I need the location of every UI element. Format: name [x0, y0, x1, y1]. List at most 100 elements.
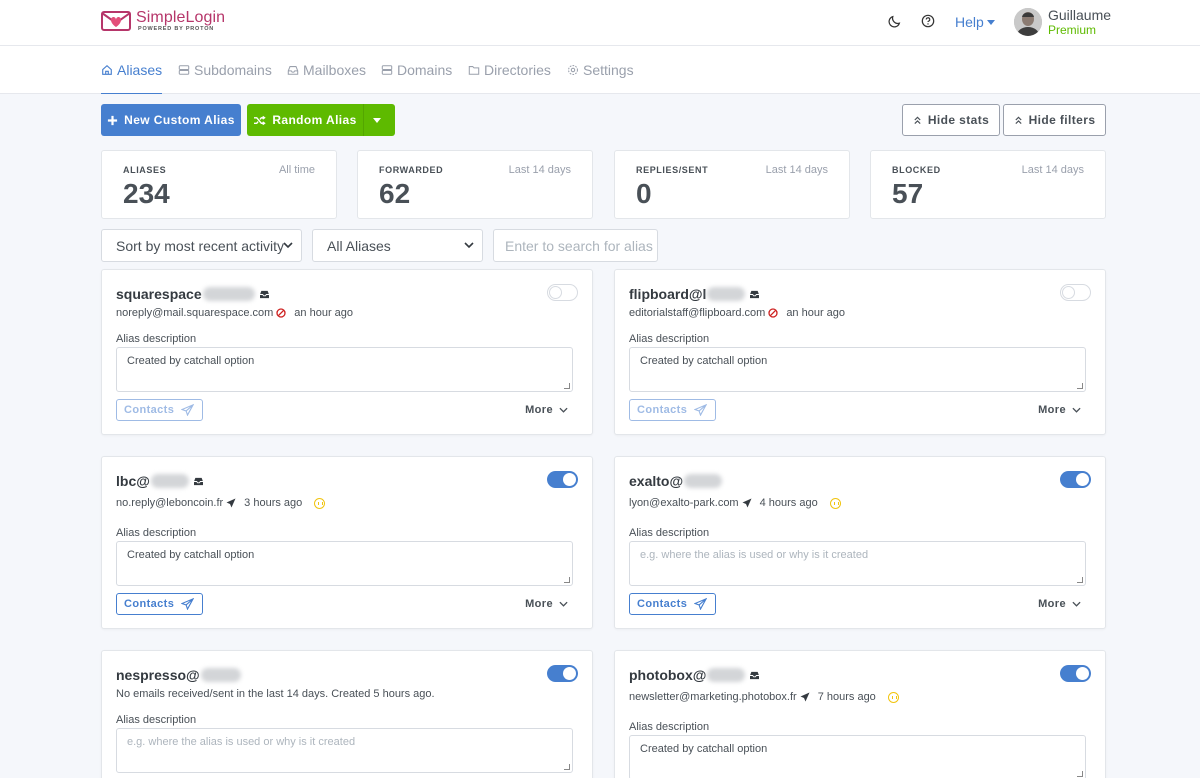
- pause-circle-icon: [829, 497, 841, 509]
- stat-label: ALIASES: [123, 165, 167, 175]
- hide-stats-label: Hide stats: [927, 113, 990, 127]
- alias-card: nespresso@ No emails received/sent in th…: [101, 650, 593, 778]
- user-name[interactable]: Guillaume: [1048, 7, 1111, 23]
- alias-email[interactable]: photobox@: [629, 667, 760, 683]
- alias-email[interactable]: nespresso@: [116, 667, 241, 683]
- contacts-button[interactable]: Contacts: [116, 399, 203, 421]
- sort-select[interactable]: Sort by most recent activity: [101, 229, 302, 262]
- more-dropdown[interactable]: More: [1038, 404, 1081, 416]
- caret-down-icon: [372, 117, 381, 123]
- redacted-domain: [707, 287, 746, 301]
- alias-email[interactable]: flipboard@l: [629, 286, 760, 302]
- contact-email: noreply@mail.squarespace.com: [116, 307, 274, 319]
- more-dropdown[interactable]: More: [1038, 598, 1081, 610]
- alias-description-placeholder: e.g. where the alias is used or why is i…: [127, 736, 356, 748]
- hide-filters-button[interactable]: Hide filters: [1003, 104, 1106, 136]
- alias-description-field[interactable]: Created by catchall option: [116, 541, 573, 586]
- user-plan-badge: Premium: [1048, 23, 1097, 37]
- stat-label: REPLIES/SENT: [636, 165, 709, 175]
- resize-handle-icon[interactable]: [564, 383, 570, 389]
- inbox-icon: [287, 66, 299, 75]
- home-icon: [102, 64, 112, 75]
- new-custom-alias-button[interactable]: New Custom Alias: [101, 104, 241, 136]
- pause-circle-icon: [887, 691, 899, 703]
- alias-description-label: Alias description: [116, 527, 197, 539]
- alias-description-label: Alias description: [629, 527, 710, 539]
- tab-directories[interactable]: Directories: [468, 46, 551, 94]
- sort-select-value: Sort by most recent activity: [116, 237, 285, 254]
- alias-description-field[interactable]: Created by catchall option: [629, 347, 1086, 392]
- alias-email-text: flipboard@l: [629, 286, 707, 302]
- resize-handle-icon[interactable]: [564, 577, 570, 583]
- inbox-icon: [750, 671, 760, 679]
- alias-enabled-toggle[interactable]: [1060, 471, 1091, 488]
- alias-enabled-toggle[interactable]: [1060, 665, 1091, 682]
- contact-email: editorialstaff@flipboard.com: [629, 307, 766, 319]
- alias-description-value: Created by catchall option: [127, 549, 255, 561]
- caret-down-icon: [986, 20, 995, 25]
- chevron-down-icon: [559, 601, 568, 607]
- avatar[interactable]: [1014, 8, 1042, 36]
- tab-mailboxes[interactable]: Mailboxes: [287, 46, 366, 94]
- stat-value: 0: [636, 178, 652, 209]
- inbox-icon: [259, 290, 269, 298]
- random-alias-dropdown-toggle[interactable]: [363, 104, 395, 136]
- tab-domains[interactable]: Domains: [381, 46, 452, 94]
- more-label: More: [525, 404, 553, 416]
- resize-handle-icon[interactable]: [1077, 383, 1083, 389]
- redacted-domain: [684, 474, 723, 488]
- logo-subtitle: POWERED BY PROTON: [138, 26, 215, 32]
- more-dropdown[interactable]: More: [525, 404, 568, 416]
- resize-handle-icon[interactable]: [1077, 577, 1083, 583]
- alias-enabled-toggle[interactable]: [547, 471, 578, 488]
- alias-enabled-toggle[interactable]: [547, 665, 578, 682]
- random-alias-button[interactable]: Random Alias: [247, 104, 363, 136]
- tab-aliases[interactable]: Aliases: [101, 46, 163, 94]
- alias-description-label: Alias description: [116, 333, 197, 345]
- top-bar: SimpleLogin POWERED BY PROTON Help Guill…: [0, 0, 1200, 46]
- tab-settings[interactable]: Settings: [567, 46, 634, 94]
- stat-period: All time: [278, 164, 315, 176]
- stat-card-aliases: ALIASES All time 234: [101, 150, 337, 219]
- contacts-button[interactable]: Contacts: [629, 399, 716, 421]
- alias-description-value: Created by catchall option: [127, 355, 255, 367]
- toggle-knob: [549, 286, 562, 299]
- resize-handle-icon[interactable]: [1077, 771, 1083, 777]
- contact-email: no.reply@leboncoin.fr: [116, 497, 224, 509]
- more-dropdown[interactable]: More: [525, 598, 568, 610]
- alias-email[interactable]: squarespace: [116, 286, 270, 302]
- dark-mode-moon-icon[interactable]: [888, 14, 904, 30]
- alias-email[interactable]: exalto@: [629, 473, 723, 489]
- contacts-button[interactable]: Contacts: [116, 593, 203, 615]
- contacts-label: Contacts: [637, 404, 688, 416]
- alias-description-field[interactable]: Created by catchall option: [116, 347, 573, 392]
- alias-email[interactable]: lbc@: [116, 473, 204, 489]
- alias-description-field[interactable]: e.g. where the alias is used or why is i…: [629, 541, 1086, 586]
- alias-enabled-toggle[interactable]: [547, 284, 578, 301]
- tab-subdomains[interactable]: Subdomains: [178, 46, 272, 94]
- hide-stats-button[interactable]: Hide stats: [902, 104, 1000, 136]
- more-label: More: [525, 598, 553, 610]
- alias-description-field[interactable]: e.g. where the alias is used or why is i…: [116, 728, 573, 773]
- alias-description-field[interactable]: Created by catchall option: [629, 735, 1086, 778]
- alias-description-label: Alias description: [629, 721, 710, 733]
- new-custom-alias-label: New Custom Alias: [124, 113, 235, 127]
- send-icon: [181, 404, 194, 416]
- alias-type-select[interactable]: All Aliases: [312, 229, 483, 262]
- toggle-knob: [1076, 667, 1089, 680]
- envelope-heart-icon: [100, 9, 134, 33]
- stat-value: 62: [379, 178, 411, 209]
- tab-mailboxes-label: Mailboxes: [303, 62, 367, 78]
- alias-description-label: Alias description: [629, 333, 710, 345]
- send-icon: [694, 404, 707, 416]
- contacts-button[interactable]: Contacts: [629, 593, 716, 615]
- help-menu[interactable]: Help: [955, 14, 995, 30]
- alias-email-text: squarespace: [116, 286, 202, 302]
- alias-card: squarespace noreply@mail.squarespace.com…: [101, 269, 593, 435]
- help-circle-icon[interactable]: [921, 14, 937, 30]
- alias-enabled-toggle[interactable]: [1060, 284, 1091, 301]
- resize-handle-icon[interactable]: [564, 764, 570, 770]
- logo[interactable]: SimpleLogin POWERED BY PROTON: [100, 9, 225, 33]
- hide-filters-label: Hide filters: [1028, 113, 1096, 127]
- search-input[interactable]: Enter to search for alias: [493, 229, 658, 262]
